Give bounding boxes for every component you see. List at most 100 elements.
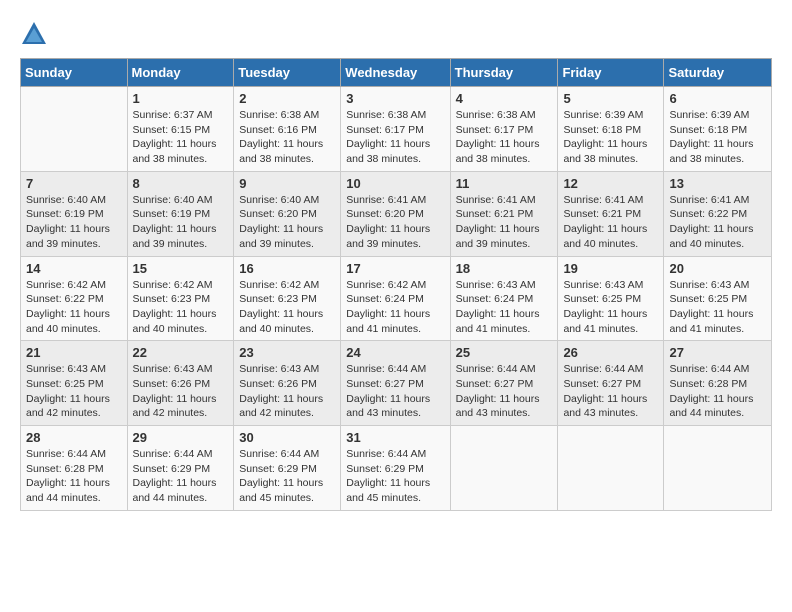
day-info: Sunrise: 6:42 AMSunset: 6:23 PMDaylight:… bbox=[239, 278, 335, 337]
day-info: Sunrise: 6:44 AMSunset: 6:29 PMDaylight:… bbox=[239, 447, 335, 506]
day-number: 13 bbox=[669, 176, 766, 191]
day-info: Sunrise: 6:41 AMSunset: 6:22 PMDaylight:… bbox=[669, 193, 766, 252]
calendar-cell: 19 Sunrise: 6:43 AMSunset: 6:25 PMDayligh… bbox=[558, 256, 664, 341]
day-info: Sunrise: 6:43 AMSunset: 6:24 PMDaylight:… bbox=[456, 278, 553, 337]
day-info: Sunrise: 6:44 AMSunset: 6:28 PMDaylight:… bbox=[26, 447, 122, 506]
calendar-cell: 9Sunrise: 6:40 AMSunset: 6:20 PMDaylight… bbox=[234, 171, 341, 256]
day-info: Sunrise: 6:38 AMSunset: 6:16 PMDaylight:… bbox=[239, 108, 335, 167]
day-info: Sunrise: 6:41 AMSunset: 6:21 PMDaylight:… bbox=[456, 193, 553, 252]
day-number: 18 bbox=[456, 261, 553, 276]
day-number: 31 bbox=[346, 430, 444, 445]
day-number: 11 bbox=[456, 176, 553, 191]
day-info: Sunrise: 6:41 AMSunset: 6:21 PMDaylight:… bbox=[563, 193, 658, 252]
calendar-cell: 2 Sunrise: 6:38 AMSunset: 6:16 PMDaylight… bbox=[234, 87, 341, 172]
day-info: Sunrise: 6:39 AMSunset: 6:18 PMDaylight:… bbox=[669, 108, 766, 167]
day-info: Sunrise: 6:44 AMSunset: 6:27 PMDaylight:… bbox=[346, 362, 444, 421]
day-info: Sunrise: 6:43 AMSunset: 6:25 PMDaylight:… bbox=[669, 278, 766, 337]
day-number: 4 bbox=[456, 91, 553, 106]
weekday-header: Thursday bbox=[450, 59, 558, 87]
calendar-cell: 23 Sunrise: 6:43 AMSunset: 6:26 PMDayligh… bbox=[234, 341, 341, 426]
day-number: 10 bbox=[346, 176, 444, 191]
calendar-cell: 12 Sunrise: 6:41 AMSunset: 6:21 PMDayligh… bbox=[558, 171, 664, 256]
calendar-cell: 26 Sunrise: 6:44 AMSunset: 6:27 PMDayligh… bbox=[558, 341, 664, 426]
calendar-cell: 24 Sunrise: 6:44 AMSunset: 6:27 PMDayligh… bbox=[341, 341, 450, 426]
day-info: Sunrise: 6:43 AMSunset: 6:26 PMDaylight:… bbox=[239, 362, 335, 421]
calendar-cell: 30 Sunrise: 6:44 AMSunset: 6:29 PMDayligh… bbox=[234, 426, 341, 511]
day-info: Sunrise: 6:37 AMSunset: 6:15 PMDaylight:… bbox=[133, 108, 229, 167]
day-info: Sunrise: 6:41 AMSunset: 6:20 PMDaylight:… bbox=[346, 193, 444, 252]
page-header bbox=[20, 20, 772, 48]
day-number: 30 bbox=[239, 430, 335, 445]
calendar-week-row: 21 Sunrise: 6:43 AMSunset: 6:25 PMDayligh… bbox=[21, 341, 772, 426]
calendar-cell: 3Sunrise: 6:38 AMSunset: 6:17 PMDaylight… bbox=[341, 87, 450, 172]
weekday-header: Wednesday bbox=[341, 59, 450, 87]
calendar-cell: 27 Sunrise: 6:44 AMSunset: 6:28 PMDayligh… bbox=[664, 341, 772, 426]
day-info: Sunrise: 6:40 AMSunset: 6:19 PMDaylight:… bbox=[26, 193, 122, 252]
calendar-cell: 25 Sunrise: 6:44 AMSunset: 6:27 PMDayligh… bbox=[450, 341, 558, 426]
calendar-cell bbox=[450, 426, 558, 511]
calendar-cell: 22 Sunrise: 6:43 AMSunset: 6:26 PMDayligh… bbox=[127, 341, 234, 426]
calendar-cell: 13 Sunrise: 6:41 AMSunset: 6:22 PMDayligh… bbox=[664, 171, 772, 256]
calendar-week-row: 14 Sunrise: 6:42 AMSunset: 6:22 PMDayligh… bbox=[21, 256, 772, 341]
calendar-cell: 18 Sunrise: 6:43 AMSunset: 6:24 PMDayligh… bbox=[450, 256, 558, 341]
day-number: 2 bbox=[239, 91, 335, 106]
day-info: Sunrise: 6:44 AMSunset: 6:29 PMDaylight:… bbox=[133, 447, 229, 506]
day-info: Sunrise: 6:39 AMSunset: 6:18 PMDaylight:… bbox=[563, 108, 658, 167]
day-info: Sunrise: 6:44 AMSunset: 6:29 PMDaylight:… bbox=[346, 447, 444, 506]
day-number: 16 bbox=[239, 261, 335, 276]
day-info: Sunrise: 6:43 AMSunset: 6:26 PMDaylight:… bbox=[133, 362, 229, 421]
calendar-week-row: 1 Sunrise: 6:37 AMSunset: 6:15 PMDaylight… bbox=[21, 87, 772, 172]
day-info: Sunrise: 6:43 AMSunset: 6:25 PMDaylight:… bbox=[563, 278, 658, 337]
day-info: Sunrise: 6:44 AMSunset: 6:28 PMDaylight:… bbox=[669, 362, 766, 421]
day-number: 22 bbox=[133, 345, 229, 360]
day-info: Sunrise: 6:40 AMSunset: 6:19 PMDaylight:… bbox=[133, 193, 229, 252]
calendar-cell: 5 Sunrise: 6:39 AMSunset: 6:18 PMDaylight… bbox=[558, 87, 664, 172]
calendar-cell: 17 Sunrise: 6:42 AMSunset: 6:24 PMDayligh… bbox=[341, 256, 450, 341]
day-info: Sunrise: 6:38 AMSunset: 6:17 PMDaylight:… bbox=[456, 108, 553, 167]
calendar-cell: 14 Sunrise: 6:42 AMSunset: 6:22 PMDayligh… bbox=[21, 256, 128, 341]
calendar-week-row: 28 Sunrise: 6:44 AMSunset: 6:28 PMDayligh… bbox=[21, 426, 772, 511]
day-number: 8 bbox=[133, 176, 229, 191]
day-info: Sunrise: 6:42 AMSunset: 6:23 PMDaylight:… bbox=[133, 278, 229, 337]
logo-icon bbox=[20, 20, 48, 48]
day-info: Sunrise: 6:42 AMSunset: 6:22 PMDaylight:… bbox=[26, 278, 122, 337]
calendar-cell: 15 Sunrise: 6:42 AMSunset: 6:23 PMDayligh… bbox=[127, 256, 234, 341]
calendar-cell: 28 Sunrise: 6:44 AMSunset: 6:28 PMDayligh… bbox=[21, 426, 128, 511]
day-info: Sunrise: 6:43 AMSunset: 6:25 PMDaylight:… bbox=[26, 362, 122, 421]
day-number: 3 bbox=[346, 91, 444, 106]
day-number: 24 bbox=[346, 345, 444, 360]
day-number: 12 bbox=[563, 176, 658, 191]
weekday-header: Sunday bbox=[21, 59, 128, 87]
day-number: 28 bbox=[26, 430, 122, 445]
weekday-header: Friday bbox=[558, 59, 664, 87]
day-number: 25 bbox=[456, 345, 553, 360]
day-number: 15 bbox=[133, 261, 229, 276]
calendar-cell: 6 Sunrise: 6:39 AMSunset: 6:18 PMDaylight… bbox=[664, 87, 772, 172]
weekday-header: Monday bbox=[127, 59, 234, 87]
day-info: Sunrise: 6:40 AMSunset: 6:20 PMDaylight:… bbox=[239, 193, 335, 252]
day-number: 27 bbox=[669, 345, 766, 360]
day-number: 21 bbox=[26, 345, 122, 360]
day-number: 5 bbox=[563, 91, 658, 106]
day-number: 17 bbox=[346, 261, 444, 276]
weekday-header: Saturday bbox=[664, 59, 772, 87]
day-number: 26 bbox=[563, 345, 658, 360]
day-info: Sunrise: 6:44 AMSunset: 6:27 PMDaylight:… bbox=[563, 362, 658, 421]
calendar-cell: 21 Sunrise: 6:43 AMSunset: 6:25 PMDayligh… bbox=[21, 341, 128, 426]
calendar-cell: 1 Sunrise: 6:37 AMSunset: 6:15 PMDaylight… bbox=[127, 87, 234, 172]
day-number: 19 bbox=[563, 261, 658, 276]
day-number: 14 bbox=[26, 261, 122, 276]
day-number: 1 bbox=[133, 91, 229, 106]
day-number: 23 bbox=[239, 345, 335, 360]
calendar-cell: 20Sunrise: 6:43 AMSunset: 6:25 PMDayligh… bbox=[664, 256, 772, 341]
calendar-cell: 31 Sunrise: 6:44 AMSunset: 6:29 PMDayligh… bbox=[341, 426, 450, 511]
calendar-cell bbox=[21, 87, 128, 172]
calendar-cell bbox=[558, 426, 664, 511]
day-info: Sunrise: 6:44 AMSunset: 6:27 PMDaylight:… bbox=[456, 362, 553, 421]
calendar-cell: 8 Sunrise: 6:40 AMSunset: 6:19 PMDaylight… bbox=[127, 171, 234, 256]
calendar-cell: 29Sunrise: 6:44 AMSunset: 6:29 PMDayligh… bbox=[127, 426, 234, 511]
day-number: 6 bbox=[669, 91, 766, 106]
day-info: Sunrise: 6:42 AMSunset: 6:24 PMDaylight:… bbox=[346, 278, 444, 337]
weekday-header: Tuesday bbox=[234, 59, 341, 87]
calendar-cell bbox=[664, 426, 772, 511]
